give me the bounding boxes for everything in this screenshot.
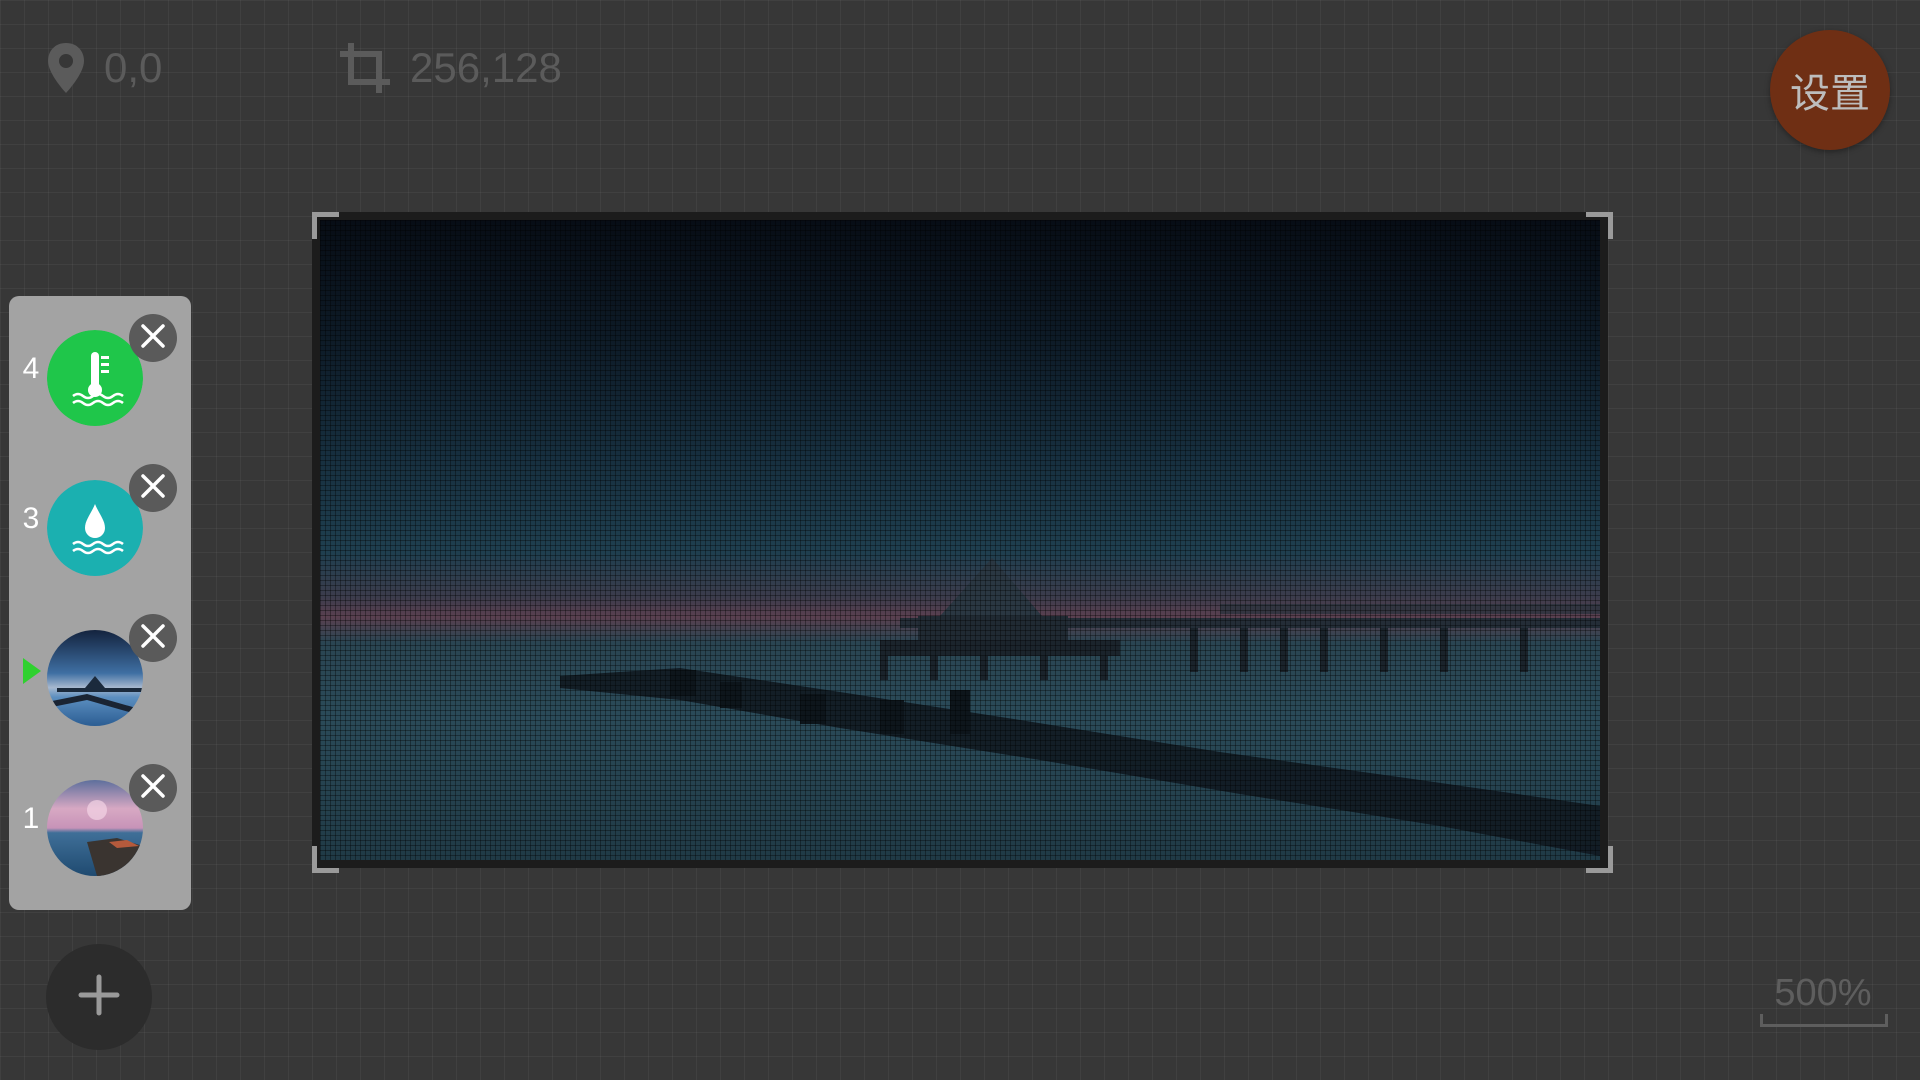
canvas-image[interactable] <box>320 220 1600 860</box>
layer-item[interactable]: 3 <box>9 446 191 596</box>
canvas-corner-bottom-left <box>312 846 339 873</box>
plus-icon <box>77 973 121 1022</box>
size-readout: 256,128 <box>338 38 562 98</box>
remove-layer-button[interactable] <box>129 614 177 662</box>
close-icon <box>140 323 166 354</box>
crop-icon <box>338 41 392 95</box>
settings-button[interactable]: 设置 <box>1770 30 1890 150</box>
canvas-frame[interactable] <box>312 212 1608 868</box>
canvas-corner-top-right <box>1586 212 1613 239</box>
canvas-corner-top-left <box>312 212 339 239</box>
canvas-corner-bottom-right <box>1586 846 1613 873</box>
water-temperature-icon[interactable] <box>47 330 143 426</box>
layer-item[interactable]: 4 <box>9 296 191 446</box>
sunset-coast-photo-thumbnail[interactable] <box>47 780 143 876</box>
layer-item[interactable]: 1 <box>9 746 191 896</box>
pier-photo-thumbnail[interactable] <box>47 630 143 726</box>
pier-scene <box>560 558 1600 856</box>
add-layer-button[interactable] <box>46 944 152 1050</box>
close-icon <box>140 473 166 504</box>
remove-layer-button[interactable] <box>129 464 177 512</box>
layer-index: 3 <box>22 502 40 535</box>
active-layer-marker <box>23 658 41 684</box>
remove-layer-button[interactable] <box>129 764 177 812</box>
remove-layer-button[interactable] <box>129 314 177 362</box>
close-icon <box>140 773 166 804</box>
position-readout: 0,0 <box>46 38 162 98</box>
size-value: 256,128 <box>410 44 562 91</box>
layer-index: 1 <box>22 802 40 835</box>
position-value: 0,0 <box>104 44 163 91</box>
zoom-bracket <box>1760 1014 1888 1027</box>
layer-index: 4 <box>22 352 40 385</box>
layer-panel: 4 3 1 <box>9 296 191 910</box>
zoom-level: 500% <box>1774 972 1872 1014</box>
map-pin-icon <box>46 41 86 95</box>
close-icon <box>140 623 166 654</box>
layer-item-active[interactable] <box>9 596 191 746</box>
water-drop-icon[interactable] <box>47 480 143 576</box>
zoom-indicator[interactable]: 500% <box>1760 972 1888 1028</box>
